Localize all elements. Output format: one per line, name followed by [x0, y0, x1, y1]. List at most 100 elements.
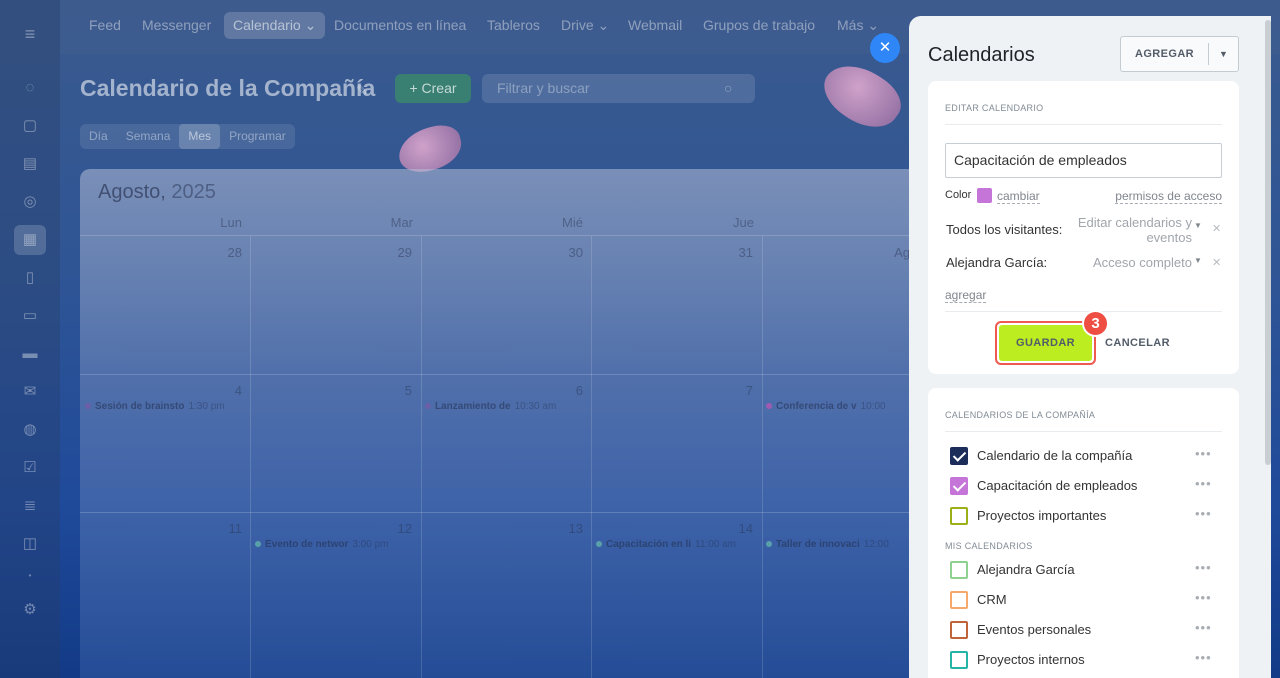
checkbox[interactable] [950, 561, 968, 579]
add-button[interactable]: AGREGAR ▼ [1120, 36, 1239, 72]
list-item[interactable]: CRM ••• [950, 590, 1220, 610]
list-item[interactable]: Proyectos importantes ••• [950, 506, 1220, 526]
day-number[interactable]: 31 [713, 245, 753, 260]
close-panel-button[interactable]: ✕ [870, 33, 900, 63]
access-permissions-link[interactable]: permisos de acceso [1115, 189, 1222, 204]
page-title: Calendario de la Compañía [80, 75, 376, 101]
day-number[interactable]: 11 [202, 521, 243, 536]
groups-icon[interactable]: ◍ [20, 420, 40, 440]
calendar-name: Calendario de la compañía [977, 448, 1133, 463]
checkbox[interactable] [950, 651, 968, 669]
more-icon[interactable]: ••• [1195, 590, 1212, 605]
add-access-link[interactable]: agregar [945, 288, 987, 303]
nav-more[interactable]: Más ⌄ [837, 17, 879, 34]
remove-access-icon[interactable]: ✕ [1212, 222, 1221, 235]
chevron-down-icon[interactable]: ▼ [1194, 221, 1202, 230]
tab-day[interactable]: Día [80, 124, 117, 149]
calendar-event[interactable]: Capacitación en li 11:00 am [596, 539, 736, 550]
list-item[interactable]: Capacitación de empleados ••• [950, 476, 1220, 496]
day-number[interactable]: 28 [202, 245, 242, 260]
stream-icon[interactable]: ◌ [20, 78, 40, 98]
mail-icon[interactable]: ✉ [20, 382, 40, 402]
robot-icon[interactable]: ◫ [20, 534, 40, 554]
menu-icon[interactable]: ≡ [20, 24, 40, 44]
checkbox[interactable] [950, 591, 968, 609]
docs-icon[interactable]: ▯ [20, 268, 40, 288]
drive-icon[interactable]: ▬ [20, 344, 40, 364]
nav-docs[interactable]: Documentos en línea [334, 17, 466, 33]
more-icon[interactable]: ••• [1195, 476, 1212, 491]
grid-line [421, 236, 422, 678]
nav-feed[interactable]: Feed [89, 17, 121, 33]
more-icon[interactable]: ••• [1195, 620, 1212, 635]
calendar-event[interactable]: Taller de innovaci 12:00 [766, 539, 889, 550]
save-button[interactable]: GUARDAR [999, 325, 1092, 361]
tab-schedule[interactable]: Programar [220, 124, 295, 149]
calendar-event[interactable]: Lanzamiento de 10:30 am [425, 401, 556, 412]
panel-scrollbar[interactable] [1265, 20, 1271, 465]
day-number[interactable]: 14 [713, 521, 753, 536]
boards-icon[interactable]: ▭ [20, 306, 40, 326]
close-icon: ✕ [878, 39, 892, 56]
calendar-name: Capacitación de empleados [977, 478, 1138, 493]
chevron-down-icon[interactable]: ▼ [1194, 256, 1202, 265]
nav-webmail[interactable]: Webmail [628, 17, 682, 33]
calendar-name-input[interactable]: Capacitación de empleados [945, 143, 1222, 178]
nav-drive[interactable]: Drive ⌄ [561, 17, 609, 34]
checkbox[interactable] [950, 447, 968, 465]
petal-decoration [814, 51, 910, 141]
more-icon[interactable]: ••• [1195, 446, 1212, 461]
crm-icon[interactable]: ◎ [20, 192, 40, 212]
list-item[interactable]: Alejandra García ••• [950, 560, 1220, 580]
calendar-icon[interactable]: ▦ [14, 225, 46, 255]
remove-access-icon[interactable]: ✕ [1212, 256, 1221, 269]
calendar-event[interactable]: Conferencia de v 10:00 [766, 401, 886, 412]
chevron-down-icon[interactable]: ▼ [1208, 37, 1239, 71]
search-input[interactable]: Filtrar y buscar [482, 74, 755, 103]
settings-icon[interactable]: ⚙ [20, 600, 40, 620]
day-number[interactable]: 13 [543, 521, 583, 536]
tab-week[interactable]: Semana [117, 124, 180, 149]
month-label: Agosto, 2025 [98, 181, 216, 204]
list-item[interactable]: Eventos personales ••• [950, 620, 1220, 640]
day-number[interactable]: 12 [372, 521, 412, 536]
change-color-link[interactable]: cambiar [997, 189, 1040, 204]
day-number[interactable]: 30 [543, 245, 583, 260]
checkbox[interactable] [950, 507, 968, 525]
filter-icon[interactable]: ≣ [20, 496, 40, 516]
tab-month[interactable]: Mes [179, 124, 221, 149]
day-number[interactable]: 6 [543, 383, 583, 398]
day-number[interactable]: Ag [880, 245, 910, 260]
tasks-icon[interactable]: ▤ [20, 154, 40, 174]
access-level-dropdown[interactable]: Acceso completo [1068, 255, 1192, 270]
search-icon[interactable]: ○ [724, 80, 740, 96]
weekday-header: Jue [733, 215, 754, 230]
check-icon[interactable]: ☑ [20, 458, 40, 478]
color-swatch[interactable] [977, 188, 992, 203]
create-button[interactable]: + Crear [395, 74, 471, 103]
more-icon[interactable]: ••• [1195, 506, 1212, 521]
day-number[interactable]: 4 [202, 383, 242, 398]
section-title: MIS CALENDARIOS [945, 541, 1033, 551]
access-level-dropdown[interactable]: Editar calendarios y eventos [1064, 215, 1192, 245]
checkbox[interactable] [950, 477, 968, 495]
nav-calendar[interactable]: Calendario ⌄ [224, 12, 326, 39]
left-rail: ≡ ◌ ▢ ▤ ◎ ▦ ▯ ▭ ▬ ✉ ◍ ☑ ≣ ◫ • ⚙ [0, 0, 60, 678]
nav-messenger[interactable]: Messenger [142, 17, 211, 33]
cancel-button[interactable]: CANCELAR [1105, 325, 1175, 361]
day-number[interactable]: 29 [372, 245, 412, 260]
list-item[interactable]: Proyectos internos ••• [950, 650, 1220, 670]
more-icon[interactable]: ••• [1195, 650, 1212, 665]
list-item[interactable]: Calendario de la compañía ••• [950, 446, 1220, 466]
more-icon[interactable]: ••• [1195, 560, 1212, 575]
checkbox[interactable] [950, 621, 968, 639]
calendar-event[interactable]: Evento de networ 3:00 pm [255, 539, 389, 550]
chat-icon[interactable]: ▢ [20, 116, 40, 136]
nav-workgroups[interactable]: Grupos de trabajo [703, 17, 815, 33]
day-number[interactable]: 7 [713, 383, 753, 398]
calendar-event[interactable]: Sesión de brainsto 1:30 pm [85, 401, 225, 412]
nav-boards[interactable]: Tableros [487, 17, 540, 33]
grid-line [591, 236, 592, 678]
pin-icon[interactable]: ✎ [356, 82, 368, 99]
day-number[interactable]: 5 [372, 383, 412, 398]
